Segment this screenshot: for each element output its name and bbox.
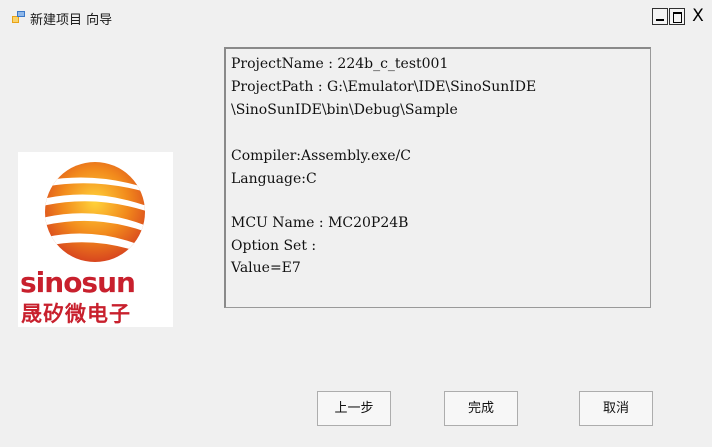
brand-chinese: 晟矽微电子 bbox=[21, 302, 131, 326]
sinosun-logo: sinosun 晟矽微电子 bbox=[18, 152, 173, 327]
wizard-window: 新建项目 向导 X sinosun 晟矽微电子 ProjectName: 22… bbox=[0, 0, 712, 447]
close-icon: X bbox=[692, 6, 704, 26]
back-button[interactable]: 上一步 bbox=[317, 391, 391, 426]
maximize-button[interactable] bbox=[669, 8, 685, 25]
minimize-button[interactable] bbox=[652, 8, 668, 25]
brand-english: sinosun bbox=[20, 266, 136, 299]
title-bar: 新建项目 向导 X bbox=[0, 0, 712, 32]
value-line: Value=E7 bbox=[231, 260, 301, 276]
project-path-cont-line: \SinoSunIDE\bin\Debug\Sample bbox=[231, 102, 458, 118]
project-name-line: ProjectName : 224b_c_test001 bbox=[231, 56, 449, 72]
finish-button[interactable]: 完成 bbox=[444, 391, 518, 426]
project-summary-box: ProjectName : 224b_c_test001 ProjectPath… bbox=[224, 47, 651, 308]
maximize-icon bbox=[673, 12, 682, 23]
sun-logo-icon bbox=[45, 162, 145, 262]
close-button[interactable]: X bbox=[688, 8, 708, 25]
window-controls: X bbox=[652, 8, 712, 26]
project-path-line: ProjectPath : G:\Emulator\IDE\SinoSunIDE bbox=[231, 79, 537, 95]
cancel-button[interactable]: 取消 bbox=[579, 391, 653, 426]
compiler-line: Compiler:Assembly.exe/C bbox=[231, 148, 411, 164]
mcu-name-line: MCU Name : MC20P24B bbox=[231, 215, 409, 231]
minimize-icon bbox=[656, 19, 664, 21]
option-set-line: Option Set : bbox=[231, 238, 317, 254]
window-title: 新建项目 向导 bbox=[30, 13, 113, 28]
language-line: Language:C bbox=[231, 171, 317, 187]
app-icon bbox=[12, 11, 25, 23]
